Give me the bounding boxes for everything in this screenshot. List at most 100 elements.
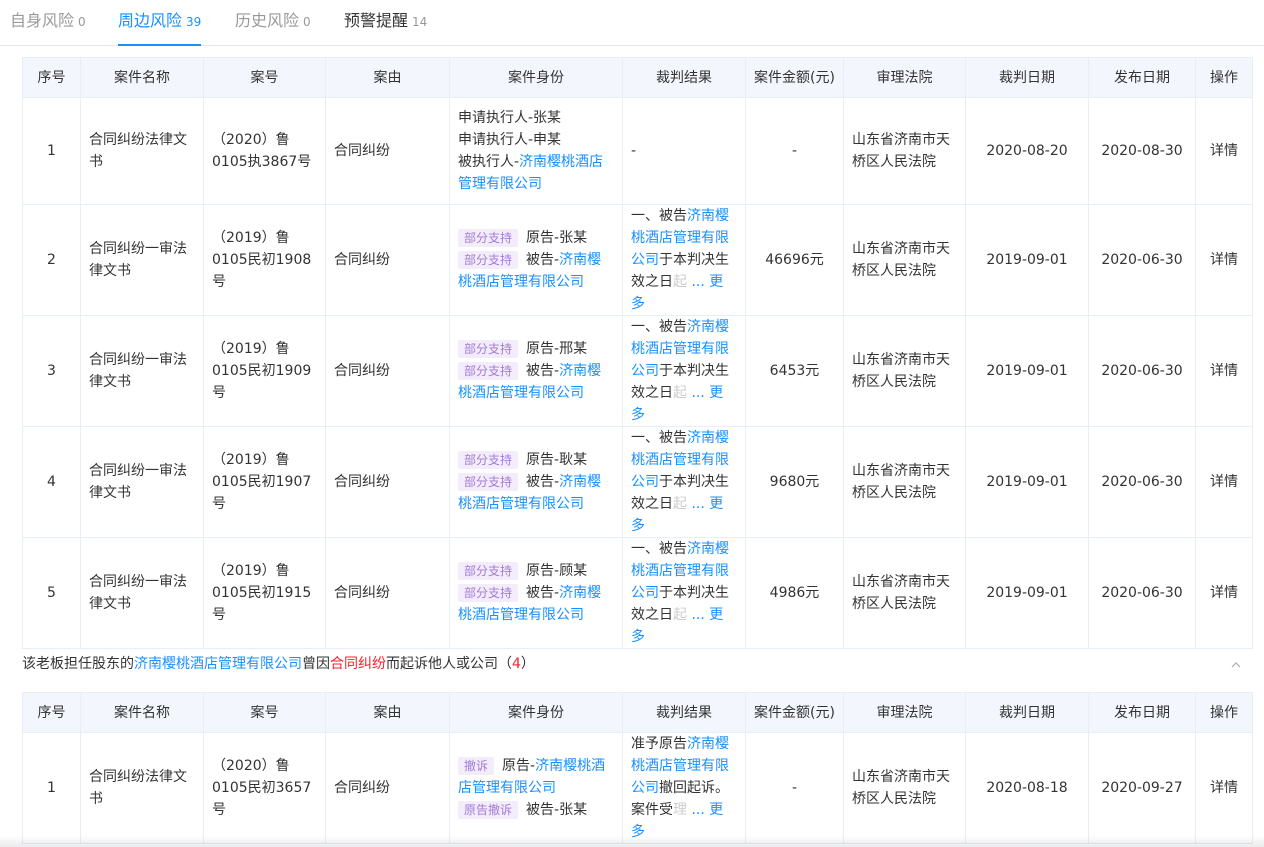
col-header: 案由 (325, 57, 450, 98)
result-fade-text: 起 (673, 274, 687, 290)
section-text: ） (520, 656, 535, 672)
table-row: 3 合同纠纷一审法律文书 （2019）鲁0105民初1909号 合同纠纷 部分支… (22, 315, 1253, 427)
judgment-tag: 部分支持 (458, 251, 519, 269)
result-fade-text: 起 (673, 496, 687, 512)
case-number-link[interactable]: （2019）鲁0105民初1907号 (203, 426, 326, 538)
result-text: 一、被告 (631, 319, 687, 335)
case-name: 合同纠纷法律文书 (80, 732, 204, 844)
tab-count: 39 (186, 15, 202, 29)
tab-surrounding-risk[interactable]: 周边风险 39 (118, 0, 202, 46)
case-identity: 申请执行人-张某 申请执行人-申某 被执行人-济南樱桃酒店管理有限公司 (449, 97, 623, 205)
table-row: 5 合同纠纷一审法律文书 （2019）鲁0105民初1915号 合同纠纷 部分支… (22, 537, 1253, 649)
publish-date: 2020-06-30 (1088, 204, 1196, 316)
court-name: 山东省济南市天桥区人民法院 (843, 315, 966, 427)
case-number-link[interactable]: （2019）鲁0105民初1909号 (203, 315, 326, 427)
case-number-link[interactable]: （2019）鲁0105民初1915号 (203, 537, 326, 649)
judgment-tag: 撤诉 (458, 757, 495, 775)
judgment-result: 准予原告济南樱桃酒店管理有限公司撤回起诉。案件受理 ... 更多 (622, 732, 746, 844)
detail-link[interactable]: 详情 (1195, 537, 1253, 649)
party-line: 部分支持 原告-耿某 (458, 449, 614, 471)
result-fade-text: 起 (673, 607, 687, 623)
publish-date: 2020-06-30 (1088, 537, 1196, 649)
party-role: 原告-张某 (526, 230, 588, 246)
table-row: 2 合同纠纷一审法律文书 （2019）鲁0105民初1908号 合同纠纷 部分支… (22, 204, 1253, 316)
judgment-result: - (622, 97, 746, 205)
party-line: 部分支持 被告-济南樱桃酒店管理有限公司 (458, 360, 614, 404)
party-line: 原告撤诉 被告-张某 (458, 799, 614, 821)
col-header: 案件身份 (449, 57, 623, 98)
party-role: 被告- (526, 363, 560, 379)
case-number-link[interactable]: （2020）鲁0105执3867号 (203, 97, 326, 205)
tab-count: 14 (412, 15, 428, 29)
case-cause: 合同纠纷 (325, 97, 450, 205)
judgment-tag: 部分支持 (458, 584, 519, 602)
row-index: 5 (22, 537, 81, 649)
col-header: 案件金额(元) (745, 692, 844, 733)
tab-label: 自身风险 (10, 11, 75, 30)
case-identity: 部分支持 原告-耿某 部分支持 被告-济南樱桃酒店管理有限公司 (449, 426, 623, 538)
detail-link[interactable]: 详情 (1195, 204, 1253, 316)
judgment-tag: 部分支持 (458, 562, 519, 580)
party-role: 原告-顾某 (526, 563, 588, 579)
section-text: 而起诉他人或公司（ (386, 656, 512, 672)
active-tab-underline (118, 44, 202, 46)
col-header: 案件金额(元) (745, 57, 844, 98)
risk-tabs: 自身风险 0 周边风险 39 历史风险 0 预警提醒 14 (0, 0, 1264, 46)
judgment-result: 一、被告济南樱桃酒店管理有限公司于本判决生效之日起 ... 更多 (622, 537, 746, 649)
col-header: 发布日期 (1088, 57, 1196, 98)
row-index: 3 (22, 315, 81, 427)
case-amount: 9680元 (745, 426, 844, 538)
case-number-link[interactable]: （2019）鲁0105民初1908号 (203, 204, 326, 316)
result-text: 准予原告 (631, 736, 687, 752)
case-name: 合同纠纷一审法律文书 (80, 426, 204, 538)
table-row: 1 合同纠纷法律文书 （2020）鲁0105民初3657号 合同纠纷 撤诉 原告-… (22, 732, 1253, 844)
party-role: 原告-邢某 (526, 341, 588, 357)
chevron-up-icon[interactable] (1228, 654, 1244, 674)
col-header: 裁判日期 (965, 692, 1089, 733)
cause-highlight: 合同纠纷 (330, 656, 386, 672)
section-count: 4 (512, 656, 521, 672)
publish-date: 2020-08-30 (1088, 97, 1196, 205)
judgment-date: 2020-08-20 (965, 97, 1089, 205)
result-text: 一、被告 (631, 541, 687, 557)
tab-self-risk[interactable]: 自身风险 0 (10, 0, 86, 46)
court-name: 山东省济南市天桥区人民法院 (843, 732, 966, 844)
tab-label: 预警提醒 (344, 11, 409, 30)
company-link[interactable]: 济南樱桃酒店管理有限公司 (134, 656, 302, 672)
row-index: 2 (22, 204, 81, 316)
result-fade-text: 起 (673, 385, 687, 401)
court-name: 山东省济南市天桥区人民法院 (843, 426, 966, 538)
detail-link[interactable]: 详情 (1195, 97, 1253, 205)
result-fade-text: 理 (673, 802, 687, 818)
section-title: 该老板担任股东的济南樱桃酒店管理有限公司曾因合同纠纷而起诉他人或公司（4） (22, 654, 535, 674)
tab-history-risk[interactable]: 历史风险 0 (235, 0, 311, 46)
case-name: 合同纠纷一审法律文书 (80, 204, 204, 316)
detail-link[interactable]: 详情 (1195, 426, 1253, 538)
case-number-link[interactable]: （2020）鲁0105民初3657号 (203, 732, 326, 844)
tab-label: 周边风险 (118, 11, 183, 30)
party-role: 原告-耿某 (526, 452, 588, 468)
party-line: 部分支持 原告-邢某 (458, 338, 614, 360)
row-index: 1 (22, 97, 81, 205)
case-amount: - (745, 97, 844, 205)
col-header: 审理法院 (843, 692, 966, 733)
case-cause: 合同纠纷 (325, 732, 450, 844)
detail-link[interactable]: 详情 (1195, 315, 1253, 427)
publish-date: 2020-06-30 (1088, 426, 1196, 538)
case-cause: 合同纠纷 (325, 204, 450, 316)
col-header: 操作 (1195, 57, 1253, 98)
judgment-tag: 部分支持 (458, 362, 519, 380)
case-name: 合同纠纷一审法律文书 (80, 315, 204, 427)
court-name: 山东省济南市天桥区人民法院 (843, 97, 966, 205)
tab-warning[interactable]: 预警提醒 14 (344, 0, 427, 46)
case-table-2: 序号 案件名称 案号 案由 案件身份 裁判结果 案件金额(元) 审理法院 裁判日… (22, 692, 1253, 844)
judgment-date: 2019-09-01 (965, 537, 1089, 649)
party-line: 被执行人-济南樱桃酒店管理有限公司 (458, 151, 614, 195)
col-header: 序号 (22, 57, 81, 98)
section-text: 该老板担任股东的 (22, 656, 134, 672)
case-name: 合同纠纷法律文书 (80, 97, 204, 205)
case-amount: 6453元 (745, 315, 844, 427)
party-role: 被告-张某 (526, 802, 588, 818)
detail-link[interactable]: 详情 (1195, 732, 1253, 844)
judgment-result: 一、被告济南樱桃酒店管理有限公司于本判决生效之日起 ... 更多 (622, 426, 746, 538)
